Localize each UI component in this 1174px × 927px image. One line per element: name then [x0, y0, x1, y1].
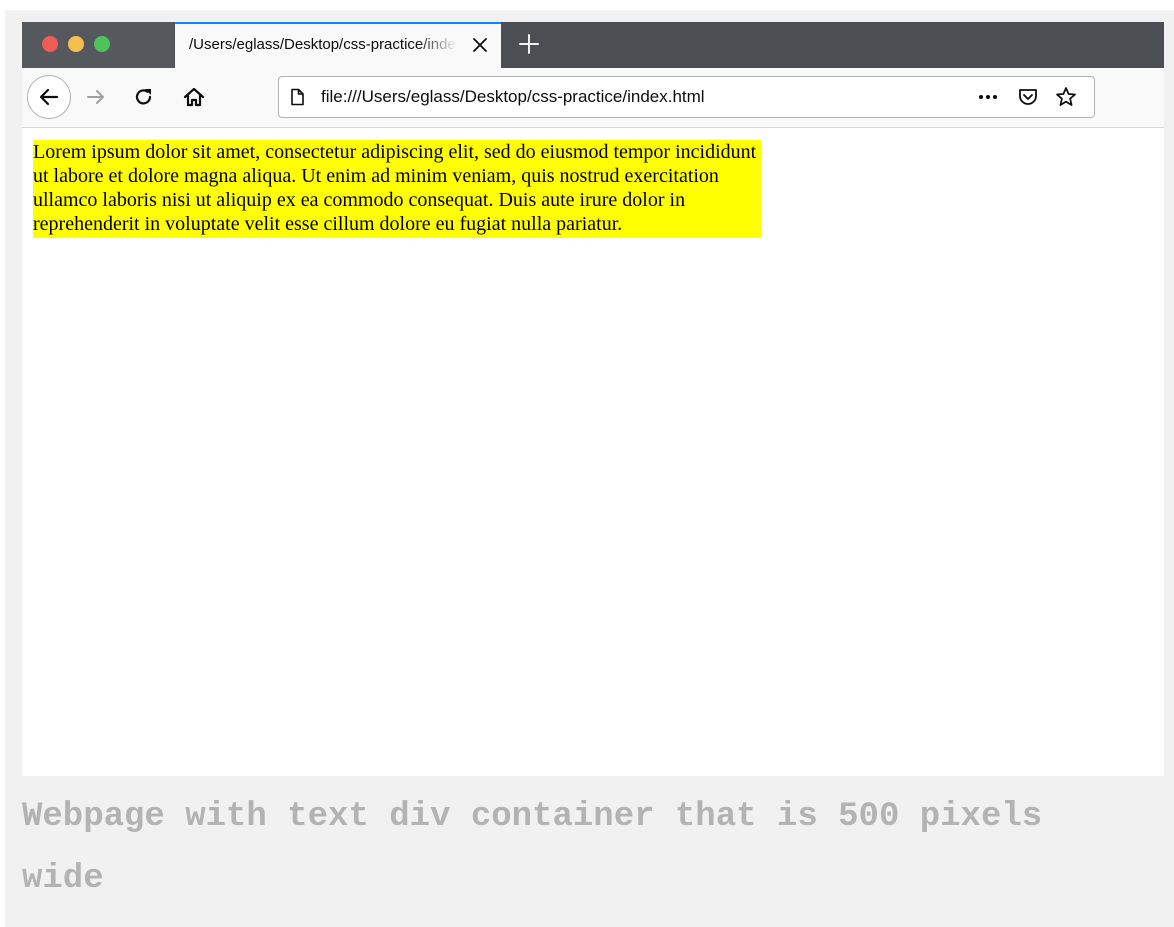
navigation-toolbar: file:///Users/eglass/Desktop/css-practic… — [22, 68, 1164, 128]
zoom-window-button[interactable] — [94, 36, 110, 52]
plus-icon[interactable] — [516, 31, 542, 57]
tab-strip: /Users/eglass/Desktop/css-practice/index… — [22, 22, 1164, 68]
page-icon — [287, 87, 307, 107]
page-content: Lorem ipsum dolor sit amet, consectetur … — [22, 128, 1164, 776]
tab-active[interactable]: /Users/eglass/Desktop/css-practice/index… — [175, 22, 501, 68]
minimize-window-button[interactable] — [68, 36, 84, 52]
close-icon[interactable] — [471, 36, 489, 54]
home-button[interactable] — [178, 81, 210, 113]
tab-title: /Users/eglass/Desktop/css-practice/index… — [189, 36, 457, 53]
back-button[interactable] — [27, 75, 71, 119]
browser-window: /Users/eglass/Desktop/css-practice/index… — [22, 22, 1164, 776]
window-controls — [22, 22, 174, 68]
caption: Webpage with text div container that is … — [22, 798, 1043, 898]
url-bar[interactable]: file:///Users/eglass/Desktop/css-practic… — [278, 76, 1095, 118]
reload-icon — [135, 89, 152, 105]
forward-arrow-icon — [87, 90, 104, 104]
back-arrow-icon — [39, 88, 59, 106]
star-icon[interactable] — [1055, 86, 1077, 108]
reload-button[interactable] — [128, 81, 160, 113]
close-window-button[interactable] — [42, 36, 58, 52]
pocket-icon[interactable] — [1017, 86, 1039, 108]
forward-button[interactable] — [80, 81, 112, 113]
more-icon[interactable] — [977, 86, 999, 108]
url-text[interactable]: file:///Users/eglass/Desktop/css-practic… — [321, 87, 705, 107]
home-icon — [183, 87, 205, 107]
text-container: Lorem ipsum dolor sit amet, consectetur … — [33, 140, 761, 238]
